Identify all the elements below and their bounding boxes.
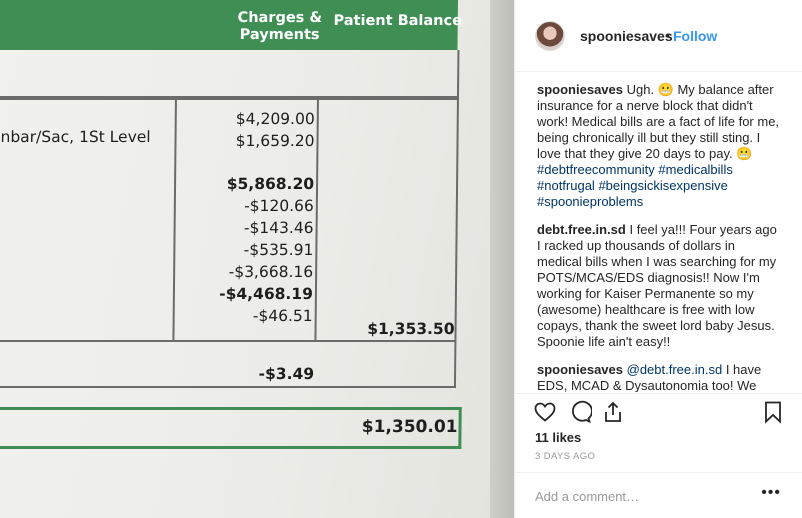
bill-top-box [0, 50, 460, 98]
charge-amount: $1,659.20 [235, 132, 315, 150]
hashtag[interactable]: #medicalbills [658, 162, 732, 177]
comment-icon[interactable] [568, 400, 592, 424]
share-icon[interactable] [601, 400, 625, 424]
bookmark-icon[interactable] [761, 400, 785, 424]
post-photo[interactable]: Charges & Payments Patient Balance nbar/… [0, 0, 514, 518]
comment: debt.free.in.sd I feel ya!!! Four years … [537, 222, 783, 350]
comments-list[interactable]: spooniesaves Ugh. 😬 My balance after ins… [515, 72, 802, 392]
payment-amount: -$3,668.16 [228, 263, 314, 281]
payment-amount: -$143.46 [243, 219, 314, 237]
hashtag[interactable]: #debtfreecommunity [537, 162, 655, 177]
patient-balance-header: Patient Balance [333, 13, 463, 29]
comment-text: I feel ya!!! Four years ago I racked up … [537, 222, 777, 349]
comment: spooniesaves @debt.free.in.sd I have EDS… [537, 362, 783, 392]
action-bar [515, 393, 802, 429]
hashtag[interactable]: #spoonieproblems [537, 194, 643, 209]
post-timestamp: 3 DAYS AGO [535, 451, 596, 462]
avatar[interactable] [535, 21, 565, 51]
add-comment-input[interactable] [535, 485, 755, 507]
comment-username[interactable]: debt.free.in.sd [537, 222, 626, 237]
comment-username[interactable]: spooniesaves [537, 362, 623, 377]
post-sidebar: spooniesaves • Follow spooniesaves Ugh. … [514, 0, 802, 518]
caption-username[interactable]: spooniesaves [537, 82, 623, 97]
comment-mention[interactable]: @debt.free.in.sd [627, 362, 723, 377]
bill-paper: Charges & Payments Patient Balance nbar/… [0, 0, 497, 518]
payment-subtotal: -$4,468.19 [219, 285, 314, 303]
charge-amount: $4,209.00 [235, 110, 315, 128]
hashtag[interactable]: #notfrugal [537, 178, 595, 193]
caption: spooniesaves Ugh. 😬 My balance after ins… [537, 82, 783, 210]
adjustment-amount: -$3.49 [258, 365, 315, 383]
heart-icon[interactable] [533, 400, 557, 424]
likes-count[interactable]: 11 likes [535, 430, 581, 445]
bill-adjustment-box [0, 340, 457, 388]
payment-amount: -$46.51 [252, 307, 313, 325]
more-options-button[interactable]: ••• [761, 484, 781, 502]
payment-amount: -$535.91 [243, 241, 314, 259]
payment-amount: -$120.66 [244, 197, 314, 215]
paper-edge-shadow [490, 0, 514, 518]
charges-column: $4,209.00 $1,659.20 $5,868.20 -$120.66 -… [177, 110, 315, 330]
follow-button[interactable]: Follow [673, 28, 717, 44]
charge-subtotal: $5,868.20 [226, 175, 315, 193]
service-description: nbar/Sac, 1St Level [0, 128, 151, 146]
patient-balance-amount: $1,353.50 [367, 320, 455, 338]
post-header: spooniesaves • Follow [515, 0, 802, 72]
add-comment-bar: ••• [515, 472, 802, 518]
hashtag[interactable]: #beingsickisexpensive [598, 178, 727, 193]
header-separator: • [665, 27, 670, 43]
total-amount: $1,350.01 [361, 417, 458, 437]
header-username[interactable]: spooniesaves [580, 28, 673, 44]
